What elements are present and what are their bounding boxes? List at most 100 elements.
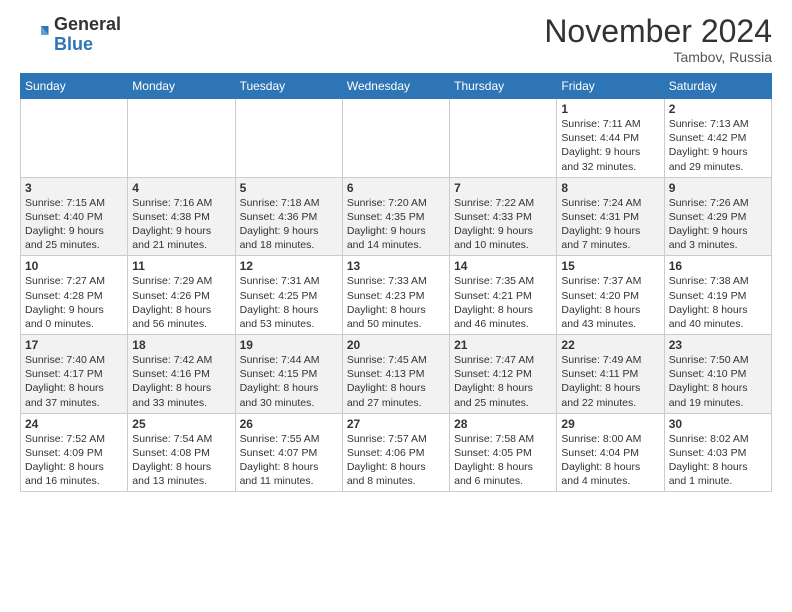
day-number: 4 — [132, 181, 230, 195]
location: Tambov, Russia — [544, 49, 772, 65]
calendar-cell-w5-d7: 30Sunrise: 8:02 AM Sunset: 4:03 PM Dayli… — [664, 413, 771, 492]
day-number: 26 — [240, 417, 338, 431]
day-info: Sunrise: 7:55 AM Sunset: 4:07 PM Dayligh… — [240, 432, 338, 489]
day-number: 28 — [454, 417, 552, 431]
day-number: 8 — [561, 181, 659, 195]
calendar-cell-w1-d2 — [128, 99, 235, 178]
day-number: 27 — [347, 417, 445, 431]
calendar-cell-w5-d1: 24Sunrise: 7:52 AM Sunset: 4:09 PM Dayli… — [21, 413, 128, 492]
calendar-cell-w5-d2: 25Sunrise: 7:54 AM Sunset: 4:08 PM Dayli… — [128, 413, 235, 492]
calendar-cell-w4-d5: 21Sunrise: 7:47 AM Sunset: 4:12 PM Dayli… — [450, 335, 557, 414]
calendar-cell-w2-d4: 6Sunrise: 7:20 AM Sunset: 4:35 PM Daylig… — [342, 177, 449, 256]
day-number: 17 — [25, 338, 123, 352]
logo-general: General — [54, 14, 121, 34]
calendar-cell-w5-d6: 29Sunrise: 8:00 AM Sunset: 4:04 PM Dayli… — [557, 413, 664, 492]
calendar-cell-w3-d4: 13Sunrise: 7:33 AM Sunset: 4:23 PM Dayli… — [342, 256, 449, 335]
day-number: 15 — [561, 259, 659, 273]
calendar-table: Sunday Monday Tuesday Wednesday Thursday… — [20, 73, 772, 492]
calendar-cell-w2-d7: 9Sunrise: 7:26 AM Sunset: 4:29 PM Daylig… — [664, 177, 771, 256]
title-area: November 2024 Tambov, Russia — [544, 15, 772, 65]
calendar-cell-w5-d3: 26Sunrise: 7:55 AM Sunset: 4:07 PM Dayli… — [235, 413, 342, 492]
calendar-cell-w5-d5: 28Sunrise: 7:58 AM Sunset: 4:05 PM Dayli… — [450, 413, 557, 492]
day-info: Sunrise: 7:58 AM Sunset: 4:05 PM Dayligh… — [454, 432, 552, 489]
day-info: Sunrise: 7:20 AM Sunset: 4:35 PM Dayligh… — [347, 196, 445, 253]
day-number: 14 — [454, 259, 552, 273]
day-info: Sunrise: 7:40 AM Sunset: 4:17 PM Dayligh… — [25, 353, 123, 410]
day-info: Sunrise: 7:44 AM Sunset: 4:15 PM Dayligh… — [240, 353, 338, 410]
day-number: 21 — [454, 338, 552, 352]
day-number: 18 — [132, 338, 230, 352]
calendar-cell-w4-d2: 18Sunrise: 7:42 AM Sunset: 4:16 PM Dayli… — [128, 335, 235, 414]
day-info: Sunrise: 7:45 AM Sunset: 4:13 PM Dayligh… — [347, 353, 445, 410]
day-info: Sunrise: 7:22 AM Sunset: 4:33 PM Dayligh… — [454, 196, 552, 253]
day-number: 9 — [669, 181, 767, 195]
calendar-cell-w4-d3: 19Sunrise: 7:44 AM Sunset: 4:15 PM Dayli… — [235, 335, 342, 414]
day-info: Sunrise: 7:15 AM Sunset: 4:40 PM Dayligh… — [25, 196, 123, 253]
day-number: 5 — [240, 181, 338, 195]
day-number: 20 — [347, 338, 445, 352]
day-info: Sunrise: 7:50 AM Sunset: 4:10 PM Dayligh… — [669, 353, 767, 410]
day-number: 1 — [561, 102, 659, 116]
day-number: 13 — [347, 259, 445, 273]
calendar-cell-w1-d7: 2Sunrise: 7:13 AM Sunset: 4:42 PM Daylig… — [664, 99, 771, 178]
day-info: Sunrise: 7:27 AM Sunset: 4:28 PM Dayligh… — [25, 274, 123, 331]
col-tuesday: Tuesday — [235, 74, 342, 99]
calendar-cell-w2-d6: 8Sunrise: 7:24 AM Sunset: 4:31 PM Daylig… — [557, 177, 664, 256]
calendar-cell-w2-d1: 3Sunrise: 7:15 AM Sunset: 4:40 PM Daylig… — [21, 177, 128, 256]
calendar-cell-w4-d4: 20Sunrise: 7:45 AM Sunset: 4:13 PM Dayli… — [342, 335, 449, 414]
day-info: Sunrise: 7:42 AM Sunset: 4:16 PM Dayligh… — [132, 353, 230, 410]
day-info: Sunrise: 7:35 AM Sunset: 4:21 PM Dayligh… — [454, 274, 552, 331]
day-number: 22 — [561, 338, 659, 352]
calendar-cell-w4-d6: 22Sunrise: 7:49 AM Sunset: 4:11 PM Dayli… — [557, 335, 664, 414]
col-friday: Friday — [557, 74, 664, 99]
day-number: 6 — [347, 181, 445, 195]
day-info: Sunrise: 8:00 AM Sunset: 4:04 PM Dayligh… — [561, 432, 659, 489]
day-number: 10 — [25, 259, 123, 273]
day-number: 24 — [25, 417, 123, 431]
calendar-cell-w3-d5: 14Sunrise: 7:35 AM Sunset: 4:21 PM Dayli… — [450, 256, 557, 335]
calendar-cell-w2-d5: 7Sunrise: 7:22 AM Sunset: 4:33 PM Daylig… — [450, 177, 557, 256]
day-info: Sunrise: 7:13 AM Sunset: 4:42 PM Dayligh… — [669, 117, 767, 174]
col-monday: Monday — [128, 74, 235, 99]
logo-blue: Blue — [54, 34, 93, 54]
week-row-5: 24Sunrise: 7:52 AM Sunset: 4:09 PM Dayli… — [21, 413, 772, 492]
logo-icon — [20, 20, 50, 50]
calendar-header-row: Sunday Monday Tuesday Wednesday Thursday… — [21, 74, 772, 99]
day-number: 12 — [240, 259, 338, 273]
col-wednesday: Wednesday — [342, 74, 449, 99]
calendar-cell-w1-d6: 1Sunrise: 7:11 AM Sunset: 4:44 PM Daylig… — [557, 99, 664, 178]
day-info: Sunrise: 7:47 AM Sunset: 4:12 PM Dayligh… — [454, 353, 552, 410]
calendar-cell-w1-d3 — [235, 99, 342, 178]
day-number: 19 — [240, 338, 338, 352]
day-number: 2 — [669, 102, 767, 116]
day-info: Sunrise: 7:16 AM Sunset: 4:38 PM Dayligh… — [132, 196, 230, 253]
calendar-cell-w3-d2: 11Sunrise: 7:29 AM Sunset: 4:26 PM Dayli… — [128, 256, 235, 335]
col-sunday: Sunday — [21, 74, 128, 99]
calendar-cell-w2-d2: 4Sunrise: 7:16 AM Sunset: 4:38 PM Daylig… — [128, 177, 235, 256]
day-number: 7 — [454, 181, 552, 195]
calendar-cell-w1-d4 — [342, 99, 449, 178]
calendar-cell-w3-d1: 10Sunrise: 7:27 AM Sunset: 4:28 PM Dayli… — [21, 256, 128, 335]
col-thursday: Thursday — [450, 74, 557, 99]
calendar-cell-w4-d7: 23Sunrise: 7:50 AM Sunset: 4:10 PM Dayli… — [664, 335, 771, 414]
day-number: 16 — [669, 259, 767, 273]
day-info: Sunrise: 7:54 AM Sunset: 4:08 PM Dayligh… — [132, 432, 230, 489]
day-info: Sunrise: 7:11 AM Sunset: 4:44 PM Dayligh… — [561, 117, 659, 174]
calendar-cell-w2-d3: 5Sunrise: 7:18 AM Sunset: 4:36 PM Daylig… — [235, 177, 342, 256]
day-number: 29 — [561, 417, 659, 431]
day-info: Sunrise: 7:52 AM Sunset: 4:09 PM Dayligh… — [25, 432, 123, 489]
logo: General Blue — [20, 15, 121, 55]
day-info: Sunrise: 7:29 AM Sunset: 4:26 PM Dayligh… — [132, 274, 230, 331]
week-row-2: 3Sunrise: 7:15 AM Sunset: 4:40 PM Daylig… — [21, 177, 772, 256]
day-info: Sunrise: 7:18 AM Sunset: 4:36 PM Dayligh… — [240, 196, 338, 253]
calendar-cell-w5-d4: 27Sunrise: 7:57 AM Sunset: 4:06 PM Dayli… — [342, 413, 449, 492]
day-info: Sunrise: 7:37 AM Sunset: 4:20 PM Dayligh… — [561, 274, 659, 331]
week-row-3: 10Sunrise: 7:27 AM Sunset: 4:28 PM Dayli… — [21, 256, 772, 335]
month-title: November 2024 — [544, 15, 772, 47]
day-number: 3 — [25, 181, 123, 195]
calendar-cell-w1-d5 — [450, 99, 557, 178]
day-info: Sunrise: 7:24 AM Sunset: 4:31 PM Dayligh… — [561, 196, 659, 253]
day-number: 25 — [132, 417, 230, 431]
calendar-cell-w3-d6: 15Sunrise: 7:37 AM Sunset: 4:20 PM Dayli… — [557, 256, 664, 335]
page: General Blue November 2024 Tambov, Russi… — [0, 0, 792, 612]
